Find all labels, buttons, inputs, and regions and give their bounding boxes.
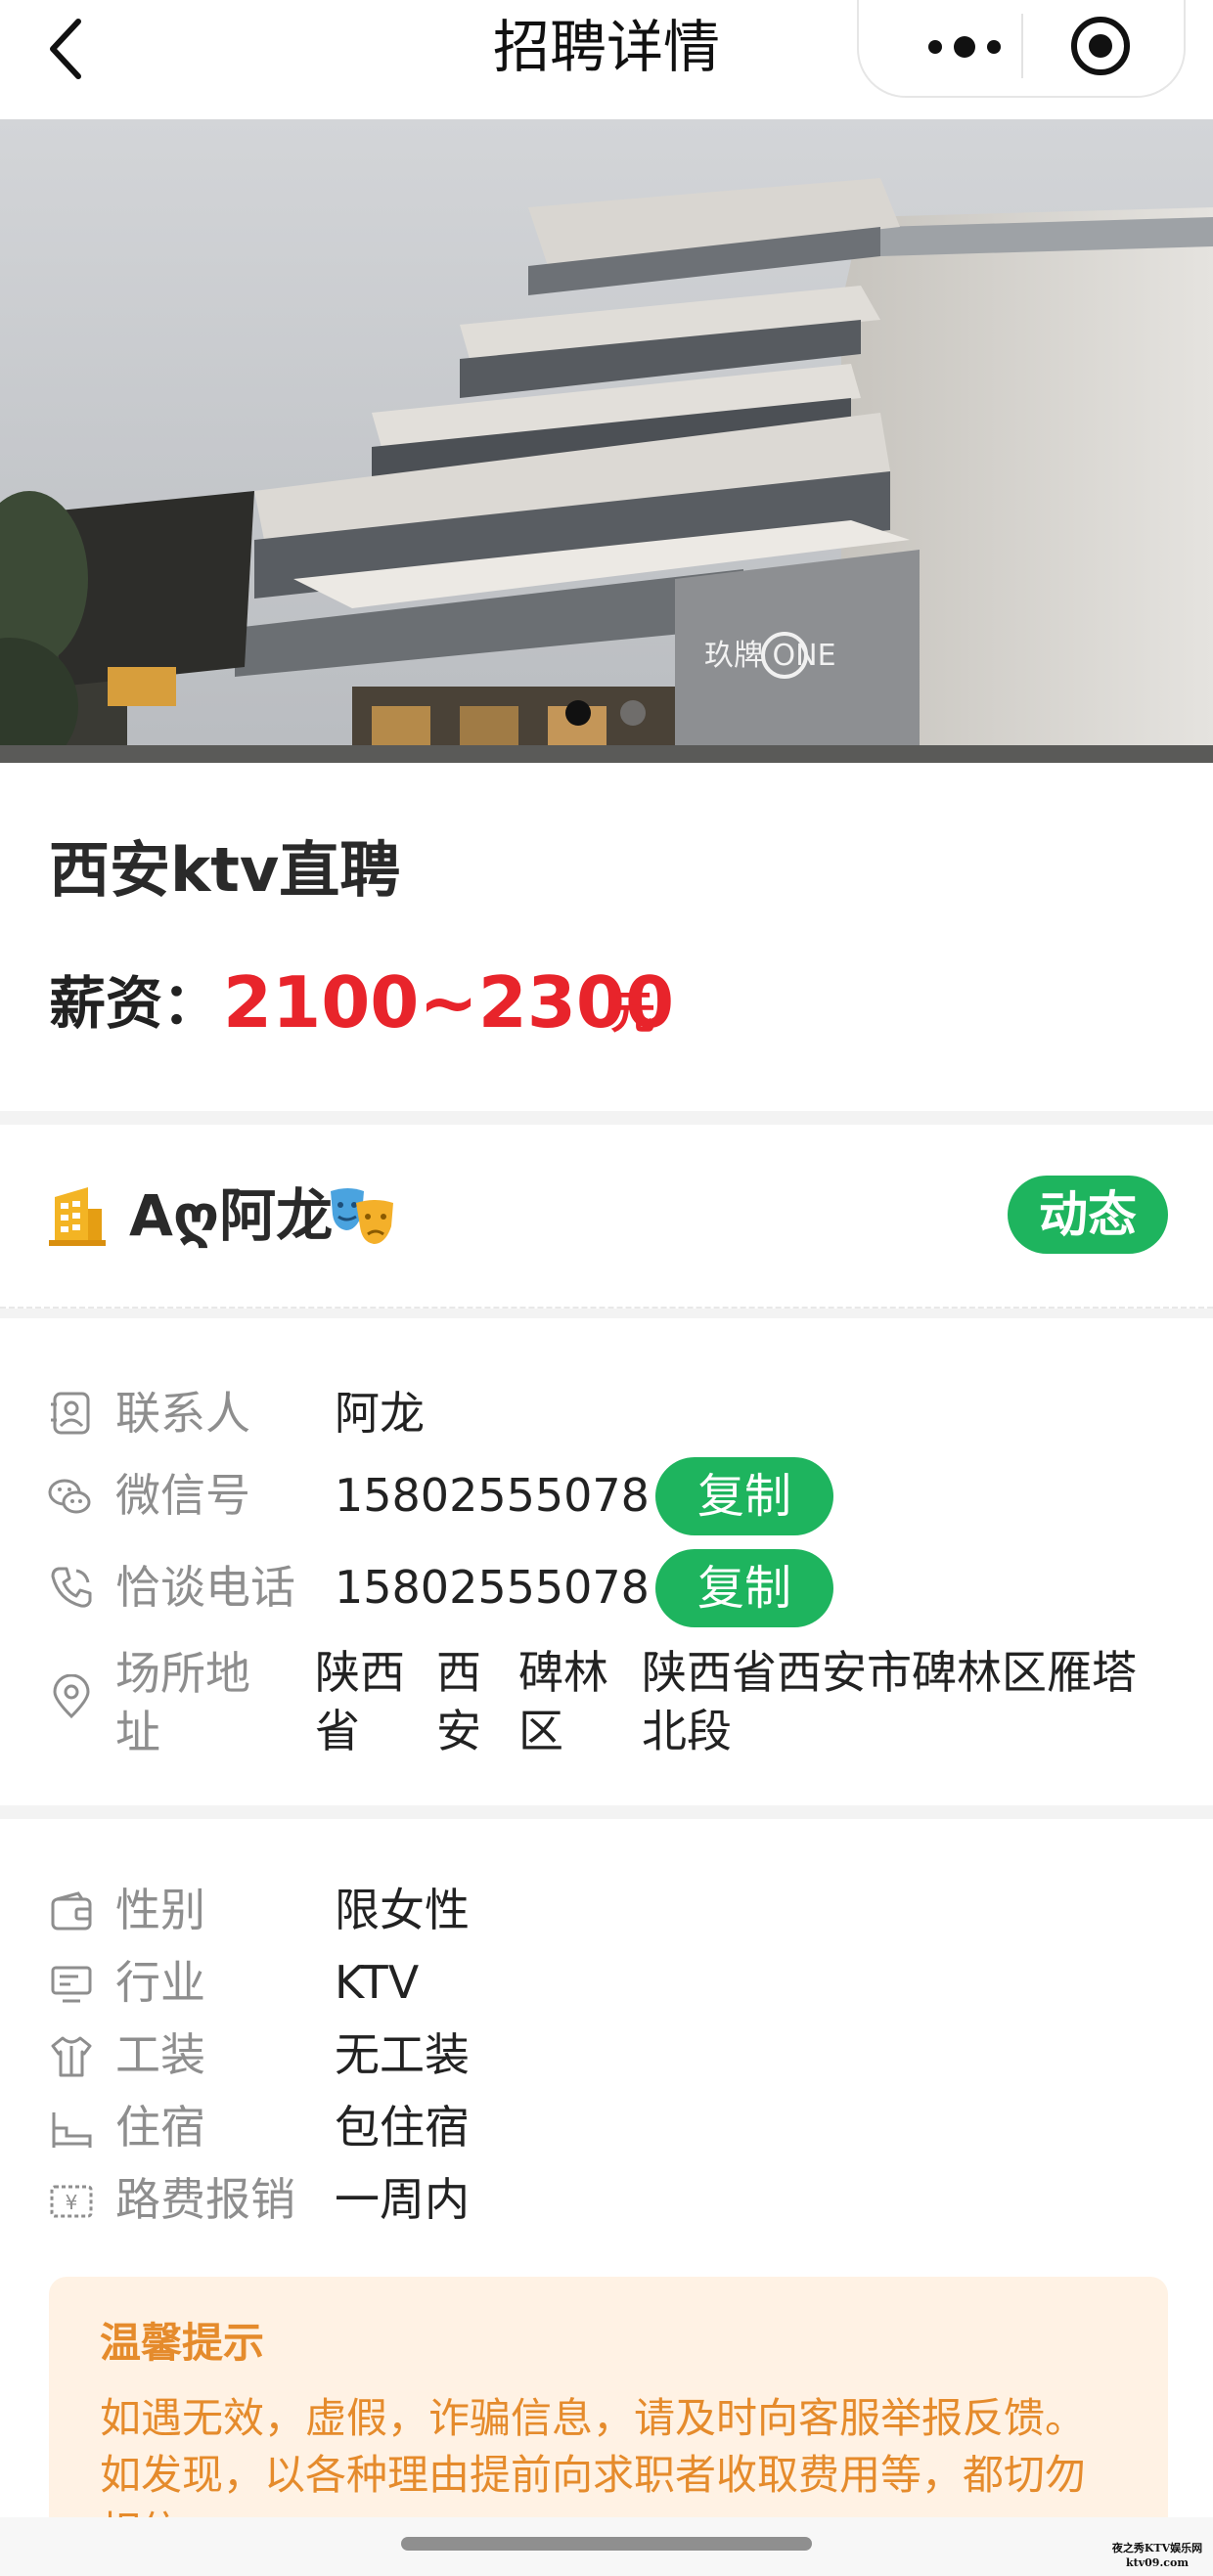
gender-label: 性别: [115, 1884, 205, 1936]
building-photo: 玖牌 ONE: [0, 119, 1213, 763]
more-dots-icon[interactable]: [908, 25, 1035, 68]
copy-phone-button[interactable]: 复制: [655, 1549, 833, 1627]
wechat-icon: [48, 1479, 91, 1514]
address-line2: 北段: [642, 1705, 732, 1757]
phone-icon: [51, 1567, 92, 1608]
wallet-icon: [51, 1891, 92, 1931]
district-line1: 碑林: [518, 1646, 608, 1699]
salary-label: 薪资：: [49, 970, 220, 1037]
industry-value: KTV: [335, 1956, 420, 2009]
contact-person-label: 联系人: [115, 1387, 250, 1440]
tip-title: 温馨提示: [100, 2319, 265, 2367]
watermark-line: 夜之秀KTV娱乐网: [1111, 2542, 1203, 2554]
salary-unit: 元: [610, 986, 655, 1039]
accommodation-label: 住宿: [115, 2101, 205, 2154]
travel-reimbursement-value: 一周内: [335, 2173, 470, 2226]
accommodation-value: 包住宿: [335, 2101, 470, 2154]
copy-wechat-button[interactable]: 复制: [655, 1457, 833, 1535]
contact-person-value: 阿龙: [335, 1387, 425, 1440]
capsule-divider: [1021, 14, 1023, 78]
carousel-dot-active[interactable]: [565, 700, 591, 726]
nav-bar: 招聘详情: [0, 0, 1213, 119]
section-divider: [0, 1309, 1213, 1318]
province-line2: 省: [315, 1705, 360, 1757]
target-circle-icon[interactable]: [1068, 14, 1133, 78]
city-line1: 西: [436, 1646, 481, 1699]
location-pin-icon: [53, 1674, 90, 1719]
province-line1: 陕西: [315, 1646, 405, 1699]
address-line1: 陕西省西安市碑林区雁塔: [642, 1646, 1137, 1699]
home-indicator[interactable]: [401, 2537, 812, 2551]
address-label-line2: 址: [115, 1706, 160, 1758]
travel-reimbursement-label: 路费报销: [115, 2173, 295, 2226]
contact-card-icon: [51, 1392, 90, 1435]
monitor-icon: [51, 1966, 92, 2003]
section-divider: [0, 1111, 1213, 1125]
section-divider: [0, 1805, 1213, 1819]
phone-label: 恰谈电话: [115, 1561, 295, 1614]
tip-line: 如发现，以各种理由提前向求职者收取费用等，都切勿: [100, 2451, 1087, 2499]
shirt-icon: [51, 2036, 92, 2077]
hero-carousel[interactable]: 玖牌 ONE: [0, 119, 1213, 763]
carousel-dot[interactable]: [620, 700, 646, 726]
mini-program-capsule: [857, 0, 1186, 98]
phone-value: 15802555078: [335, 1561, 650, 1614]
address-label-line1: 场所地: [115, 1647, 250, 1700]
watermark-line: ktv09.com: [1126, 2556, 1189, 2569]
wechat-label: 微信号: [115, 1469, 250, 1522]
svg-text:玖牌 ONE: 玖牌 ONE: [704, 639, 836, 673]
carousel-indicator: [565, 700, 648, 728]
bed-icon: [52, 2112, 92, 2148]
money-icon: ¥: [50, 2185, 93, 2218]
city-line2: 安: [436, 1705, 481, 1757]
job-title: 西安ktv直聘: [49, 834, 401, 906]
svg-text:¥: ¥: [66, 2191, 78, 2214]
theater-masks-icon: [331, 1188, 393, 1244]
uniform-value: 无工装: [335, 2028, 470, 2081]
building-icon: [49, 1187, 106, 1246]
gender-value: 限女性: [335, 1884, 470, 1936]
job-header-card: [0, 763, 1213, 1111]
uniform-label: 工装: [115, 2028, 205, 2081]
salary-value: 2100~2300: [223, 961, 675, 1044]
industry-label: 行业: [115, 1956, 205, 2009]
company-name[interactable]: Aღ阿龙: [129, 1174, 333, 1258]
tip-line: 如遇无效，虚假，诈骗信息，请及时向客服举报反馈。: [100, 2394, 1087, 2442]
dynamic-button[interactable]: 动态: [1008, 1176, 1168, 1254]
wechat-value: 15802555078: [335, 1469, 650, 1522]
district-line2: 区: [518, 1705, 563, 1757]
watermark: 夜之秀KTV娱乐网 ktv09.com: [1105, 2541, 1209, 2570]
